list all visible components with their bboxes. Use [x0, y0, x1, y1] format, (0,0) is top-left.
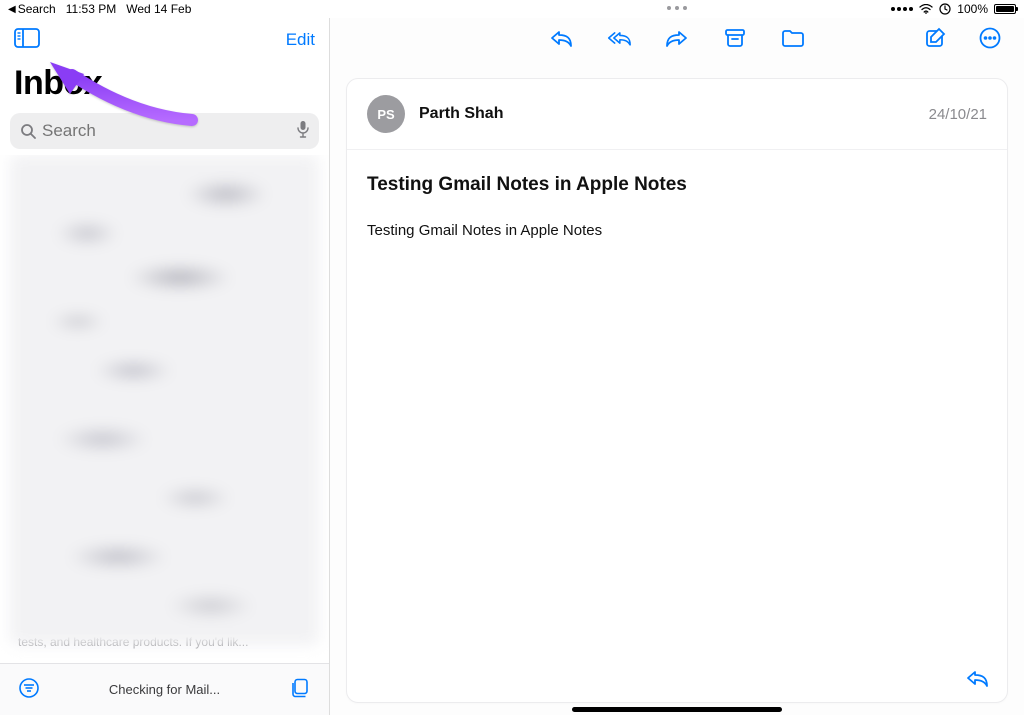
message-body: Testing Gmail Notes in Apple Notes [347, 204, 1007, 257]
sidebar-title: Inbox [0, 58, 329, 113]
move-folder-button[interactable] [781, 26, 805, 50]
battery-icon [994, 4, 1016, 14]
mail-list-blurred [10, 155, 319, 645]
compose-button[interactable] [924, 26, 948, 50]
more-button[interactable] [978, 26, 1002, 50]
sidebar-bottom-bar: Checking for Mail... [0, 663, 329, 715]
message-card: PS Parth Shah 24/10/21 Testing Gmail Not… [346, 78, 1008, 703]
signal-dots-icon [891, 7, 913, 11]
orientation-lock-icon [939, 3, 951, 15]
reply-button[interactable] [549, 26, 573, 50]
message-pane: PS Parth Shah 24/10/21 Testing Gmail Not… [330, 18, 1024, 715]
message-footer [347, 654, 1007, 702]
status-time: 11:53 PM [66, 2, 116, 16]
dictate-icon[interactable] [297, 120, 309, 143]
sidebar-toggle-button[interactable] [14, 28, 40, 53]
status-bar-left: ◀ Search 11:53 PM Wed 14 Feb [8, 2, 191, 16]
filter-button[interactable] [18, 677, 40, 702]
message-subject: Testing Gmail Notes in Apple Notes [347, 150, 1007, 204]
sender-name[interactable]: Parth Shah [419, 105, 503, 123]
reply-all-button[interactable] [607, 26, 631, 50]
mail-list[interactable]: tests, and healthcare products. If you'd… [0, 155, 329, 663]
sync-status: Checking for Mail... [40, 682, 289, 697]
message-header: PS Parth Shah 24/10/21 [347, 79, 1007, 150]
home-indicator[interactable] [572, 707, 782, 712]
copy-mailboxes-button[interactable] [289, 677, 311, 702]
search-field-wrap[interactable] [10, 113, 319, 149]
archive-button[interactable] [723, 26, 747, 50]
reply-inline-button[interactable] [965, 666, 989, 690]
search-icon [20, 123, 36, 139]
search-input[interactable] [42, 121, 291, 141]
sender-avatar[interactable]: PS [367, 95, 405, 133]
message-date: 24/10/21 [929, 106, 987, 123]
status-date: Wed 14 Feb [126, 2, 191, 16]
back-triangle-icon[interactable]: ◀ [8, 4, 16, 15]
edit-button[interactable]: Edit [286, 30, 315, 50]
battery-percentage: 100% [957, 2, 988, 16]
status-bar-right: 100% [891, 2, 1016, 16]
sidebar: Edit Inbox tests, and healthcare product… [0, 18, 330, 715]
message-toolbar [330, 18, 1024, 58]
wifi-icon [919, 4, 933, 14]
multitask-dots-icon[interactable] [667, 6, 687, 10]
back-app-label[interactable]: Search [18, 2, 56, 16]
forward-button[interactable] [665, 26, 689, 50]
status-bar: ◀ Search 11:53 PM Wed 14 Feb 100% [0, 0, 1024, 18]
